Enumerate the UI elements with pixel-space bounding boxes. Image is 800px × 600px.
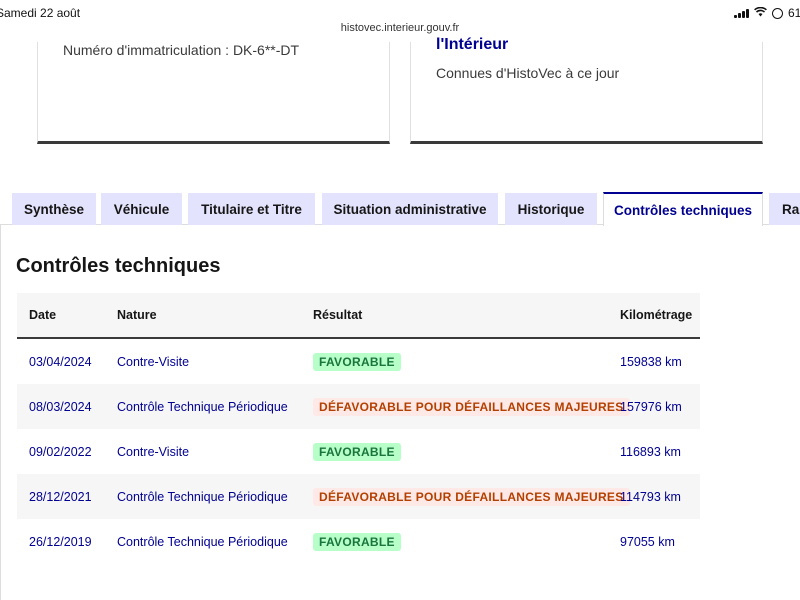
row-mileage: 157976 km [620,399,682,414]
row-nature: Contrôle Technique Périodique [117,534,288,549]
status-time: Samedi 22 août [0,6,81,20]
row-nature: Contrôle Technique Périodique [117,489,288,504]
header-date: Date [29,308,57,322]
row-result: DÉFAVORABLE POUR DÉFAILLANCES MAJEURES [313,384,630,429]
tab-controles-techniques[interactable]: Contrôles techniques [603,192,763,226]
row-mileage: 116893 km [620,444,681,459]
technical-inspections-table: Date Nature Résultat Kilométrage 03/04/2… [17,293,700,564]
table-row: 08/03/2024 Contrôle Technique Périodique… [17,384,700,429]
battery-level: 61 [788,6,800,20]
row-date: 26/12/2019 [29,534,92,549]
status-badge: FAVORABLE [313,532,401,551]
header-mileage: Kilométrage [620,308,693,322]
table-row: 26/12/2019 Contrôle Technique Périodique… [17,519,700,564]
card-heading: l'Intérieur [436,36,509,53]
registration-number: Numéro d'immatriculation : DK-6**-DT [63,42,300,58]
tab-situation-administrative[interactable]: Situation administrative [322,193,498,225]
orientation-lock-icon [772,7,783,19]
section-title: Contrôles techniques [16,255,221,277]
tab-vehicule[interactable]: Véhicule [101,193,182,225]
address-bar[interactable]: histovec.interieur.gouv.fr [0,22,800,40]
row-nature: Contre-Visite [117,354,190,369]
status-icons: 61 [734,6,800,20]
tab-titulaire[interactable]: Titulaire et Titre [188,193,315,225]
tab-synthese[interactable]: Synthèse [12,193,96,225]
table-row: 28/12/2021 Contrôle Technique Périodique… [17,474,700,519]
table-header: Date Nature Résultat Kilométrage [17,293,700,339]
row-nature: Contrôle Technique Périodique [117,399,288,414]
tab-rapport[interactable]: Rap [769,193,800,225]
row-date: 08/03/2024 [29,399,92,414]
row-date: 28/12/2021 [29,489,92,504]
row-nature: Contre-Visite [117,444,190,459]
cellular-signal-icon [734,8,749,18]
registration-card: Numéro d'immatriculation : DK-6**-DT [37,42,390,144]
row-mileage: 114793 km [620,489,681,504]
tab-panel: Contrôles techniques Date Nature Résulta… [0,225,800,600]
row-result: DÉFAVORABLE POUR DÉFAILLANCES MAJEURES [313,474,630,519]
wifi-icon [754,6,767,20]
page: Samedi 22 août 61 histovec.interieur.gou… [0,0,800,600]
row-mileage: 97055 km [620,534,675,549]
card-subtitle: Connues d'HistoVec à ce jour [436,65,620,81]
table-row: 09/02/2022 Contre-Visite FAVORABLE 11689… [17,429,700,474]
status-badge: FAVORABLE [313,442,401,461]
row-result: FAVORABLE [313,519,401,564]
row-result: FAVORABLE [313,429,401,474]
table-row: 03/04/2024 Contre-Visite FAVORABLE 15983… [17,339,700,384]
row-date: 09/02/2022 [29,444,92,459]
tab-list: Synthèse Véhicule Titulaire et Titre Sit… [0,192,800,226]
status-badge: DÉFAVORABLE POUR DÉFAILLANCES MAJEURES [313,487,630,506]
header-nature: Nature [117,308,157,322]
row-mileage: 159838 km [620,354,682,369]
status-badge: FAVORABLE [313,352,401,371]
row-result: FAVORABLE [313,339,401,384]
ios-status-bar: Samedi 22 août 61 [0,0,800,24]
tab-historique[interactable]: Historique [505,193,597,225]
status-badge: DÉFAVORABLE POUR DÉFAILLANCES MAJEURES [313,397,630,416]
row-date: 03/04/2024 [29,354,92,369]
header-result: Résultat [313,308,363,322]
source-card: l'Intérieur Connues d'HistoVec à ce jour [410,36,763,144]
